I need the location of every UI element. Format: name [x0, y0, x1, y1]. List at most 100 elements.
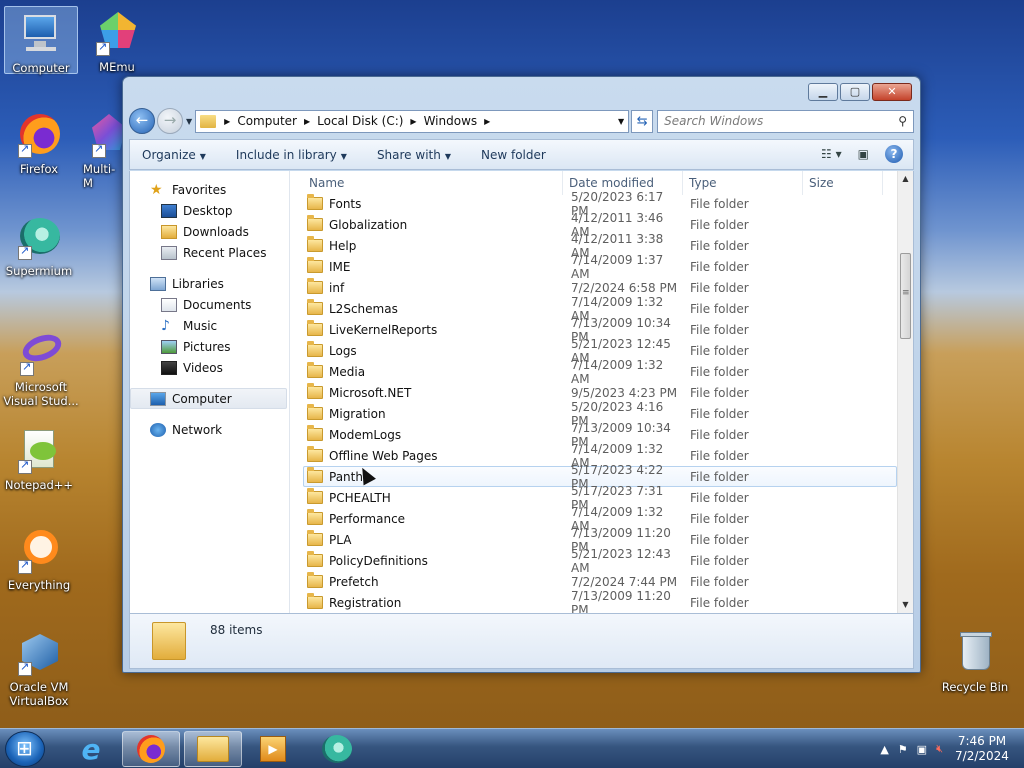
column-header-name[interactable]: Name [303, 171, 563, 195]
address-bar[interactable]: ▶ Computer ▶ Local Disk (C:) ▶ Windows ▶… [195, 109, 630, 133]
pictures-icon [161, 339, 177, 354]
scroll-up-arrow[interactable]: ▲ [898, 171, 913, 187]
start-button[interactable] [5, 731, 45, 767]
vertical-scrollbar[interactable]: ▲ ▼ [897, 171, 913, 613]
taskbar-firefox[interactable] [122, 731, 180, 767]
forward-button[interactable]: → [157, 108, 183, 134]
file-name: PLA [329, 532, 352, 547]
nav-documents[interactable]: Documents [130, 294, 289, 315]
breadcrumb-local-disk[interactable]: Local Disk (C:) [317, 114, 403, 128]
maximize-button[interactable]: ▢ [840, 83, 870, 101]
chevron-down-icon[interactable]: ▼ [618, 117, 624, 126]
desktop-icon-label: Everything [7, 578, 71, 592]
column-header-size[interactable]: Size [803, 171, 883, 195]
desktop-icon-visual-studio[interactable]: Microsoft Visual Stud... [2, 329, 80, 408]
taskbar-media-player[interactable]: ▶ [244, 731, 302, 767]
desktop-icon-recycle-bin[interactable]: Recycle Bin [938, 630, 1012, 694]
new-folder-button[interactable]: New folder [481, 148, 546, 162]
folder-icon [307, 299, 323, 315]
recent-pages-dropdown[interactable]: ▼ [186, 117, 192, 126]
taskbar-internet-explorer[interactable]: e [62, 731, 120, 767]
refresh-button[interactable]: ⇆ [631, 109, 654, 133]
include-in-library-button[interactable]: Include in library ▼ [236, 148, 347, 162]
nav-recent-places[interactable]: Recent Places [130, 242, 289, 263]
preview-pane-icon[interactable]: ▣ [858, 147, 869, 161]
desktop-icon [161, 203, 177, 218]
action-center-flag-icon[interactable]: ⚑ [898, 743, 908, 756]
nav-downloads[interactable]: Downloads [130, 221, 289, 242]
clock[interactable]: 7:46 PM 7/2/2024 [952, 734, 1012, 764]
chevron-down-icon: ▼ [199, 151, 206, 161]
breadcrumb-computer[interactable]: Computer [237, 114, 297, 128]
videos-icon [161, 360, 177, 375]
folder-icon [307, 425, 323, 441]
chevron-right-icon[interactable]: ▶ [410, 117, 416, 126]
show-hidden-icons-chevron-icon[interactable]: ▲ [880, 743, 888, 756]
visual-studio-icon [18, 329, 65, 376]
desktop-icon-notepad-plus-plus[interactable]: Notepad++ [2, 428, 76, 492]
nav-label: Music [183, 318, 218, 333]
desktop-icon-computer[interactable]: Computer [4, 6, 78, 75]
file-name: Performance [329, 511, 406, 526]
nav-pictures[interactable]: Pictures [130, 336, 289, 357]
folder-icon [307, 467, 323, 483]
desktop-icon-memu[interactable]: MEmu [80, 6, 154, 74]
chevron-down-icon: ▼ [444, 151, 451, 161]
back-button[interactable]: ← [129, 108, 155, 134]
help-icon[interactable]: ? [885, 145, 903, 163]
table-row[interactable]: Registration 7/13/2009 11:20 PM File folde… [303, 589, 897, 617]
search-input[interactable]: Search Windows ⚲ [657, 109, 914, 133]
nav-network[interactable]: Network [130, 419, 289, 440]
type-cell: File folder [690, 322, 749, 337]
nav-favorites[interactable]: ★ Favorites [130, 179, 289, 200]
nav-desktop[interactable]: Desktop [130, 200, 289, 221]
share-with-button[interactable]: Share with ▼ [377, 148, 451, 162]
table-row[interactable]: PolicyDefinitions 5/21/2023 12:43 AM File … [303, 547, 897, 575]
nav-computer[interactable]: Computer [130, 388, 287, 409]
file-name-cell: Microsoft.NET [304, 383, 564, 400]
desktop-icon-label: Microsoft Visual Stud... [3, 380, 79, 408]
folder-icon [307, 236, 323, 252]
desktop-icon-virtualbox[interactable]: Oracle VM VirtualBox [2, 630, 76, 708]
nav-libraries[interactable]: Libraries [130, 273, 289, 294]
file-name-cell: PolicyDefinitions [304, 551, 564, 568]
minimize-button[interactable]: ▁ [808, 83, 838, 101]
volume-muted-icon[interactable]: 🔇︎ [936, 742, 943, 756]
type-cell: File folder [690, 532, 749, 547]
nav-label: Favorites [172, 182, 227, 197]
column-header-type[interactable]: Type [683, 171, 803, 195]
desktop-icon-everything[interactable]: Everything [2, 528, 76, 592]
type-cell: File folder [690, 595, 749, 610]
taskbar-explorer[interactable] [184, 731, 242, 767]
chevron-right-icon[interactable]: ▶ [224, 117, 230, 126]
nav-label: Downloads [183, 224, 249, 239]
taskbar-supermium[interactable] [308, 731, 366, 767]
chevron-right-icon[interactable]: ▶ [304, 117, 310, 126]
organize-button[interactable]: Organize ▼ [142, 148, 206, 162]
computer-icon [150, 391, 166, 406]
network-status-icon[interactable]: ▣ [917, 743, 927, 756]
desktop-icon-firefox[interactable]: Firefox [2, 112, 76, 176]
desktop-icon-supermium[interactable]: Supermium [2, 214, 76, 278]
date-modified-cell: 9/5/2023 4:23 PM [571, 385, 678, 400]
file-name-cell: Migration [304, 404, 564, 421]
close-button[interactable]: ✕ [872, 83, 912, 101]
scroll-thumb[interactable] [900, 253, 911, 339]
table-row[interactable]: IME 7/14/2009 1:37 AM File folder [303, 253, 897, 281]
nav-music[interactable]: ♪ Music [130, 315, 289, 336]
folder-icon [307, 278, 323, 294]
view-options-icon[interactable]: ☷ ▾ [821, 147, 842, 161]
breadcrumb-windows[interactable]: Windows [424, 114, 478, 128]
search-icon[interactable]: ⚲ [898, 114, 907, 128]
chevron-right-icon[interactable]: ▶ [484, 117, 490, 126]
desktop-icon-multi-m[interactable]: Multi-M [80, 112, 122, 190]
window-controls: ▁ ▢ ✕ [808, 83, 912, 101]
nav-videos[interactable]: Videos [130, 357, 289, 378]
table-row[interactable]: Media 7/14/2009 1:32 AM File folder [303, 358, 897, 386]
scroll-down-arrow[interactable]: ▼ [898, 597, 913, 613]
type-cell: File folder [690, 406, 749, 421]
file-name: L2Schemas [329, 301, 398, 316]
desktop-icon-label: Notepad++ [4, 478, 74, 492]
navigation-pane: ★ Favorites Desktop Downloads Recent Plac… [130, 171, 290, 613]
file-name-cell: Fonts [304, 194, 564, 211]
